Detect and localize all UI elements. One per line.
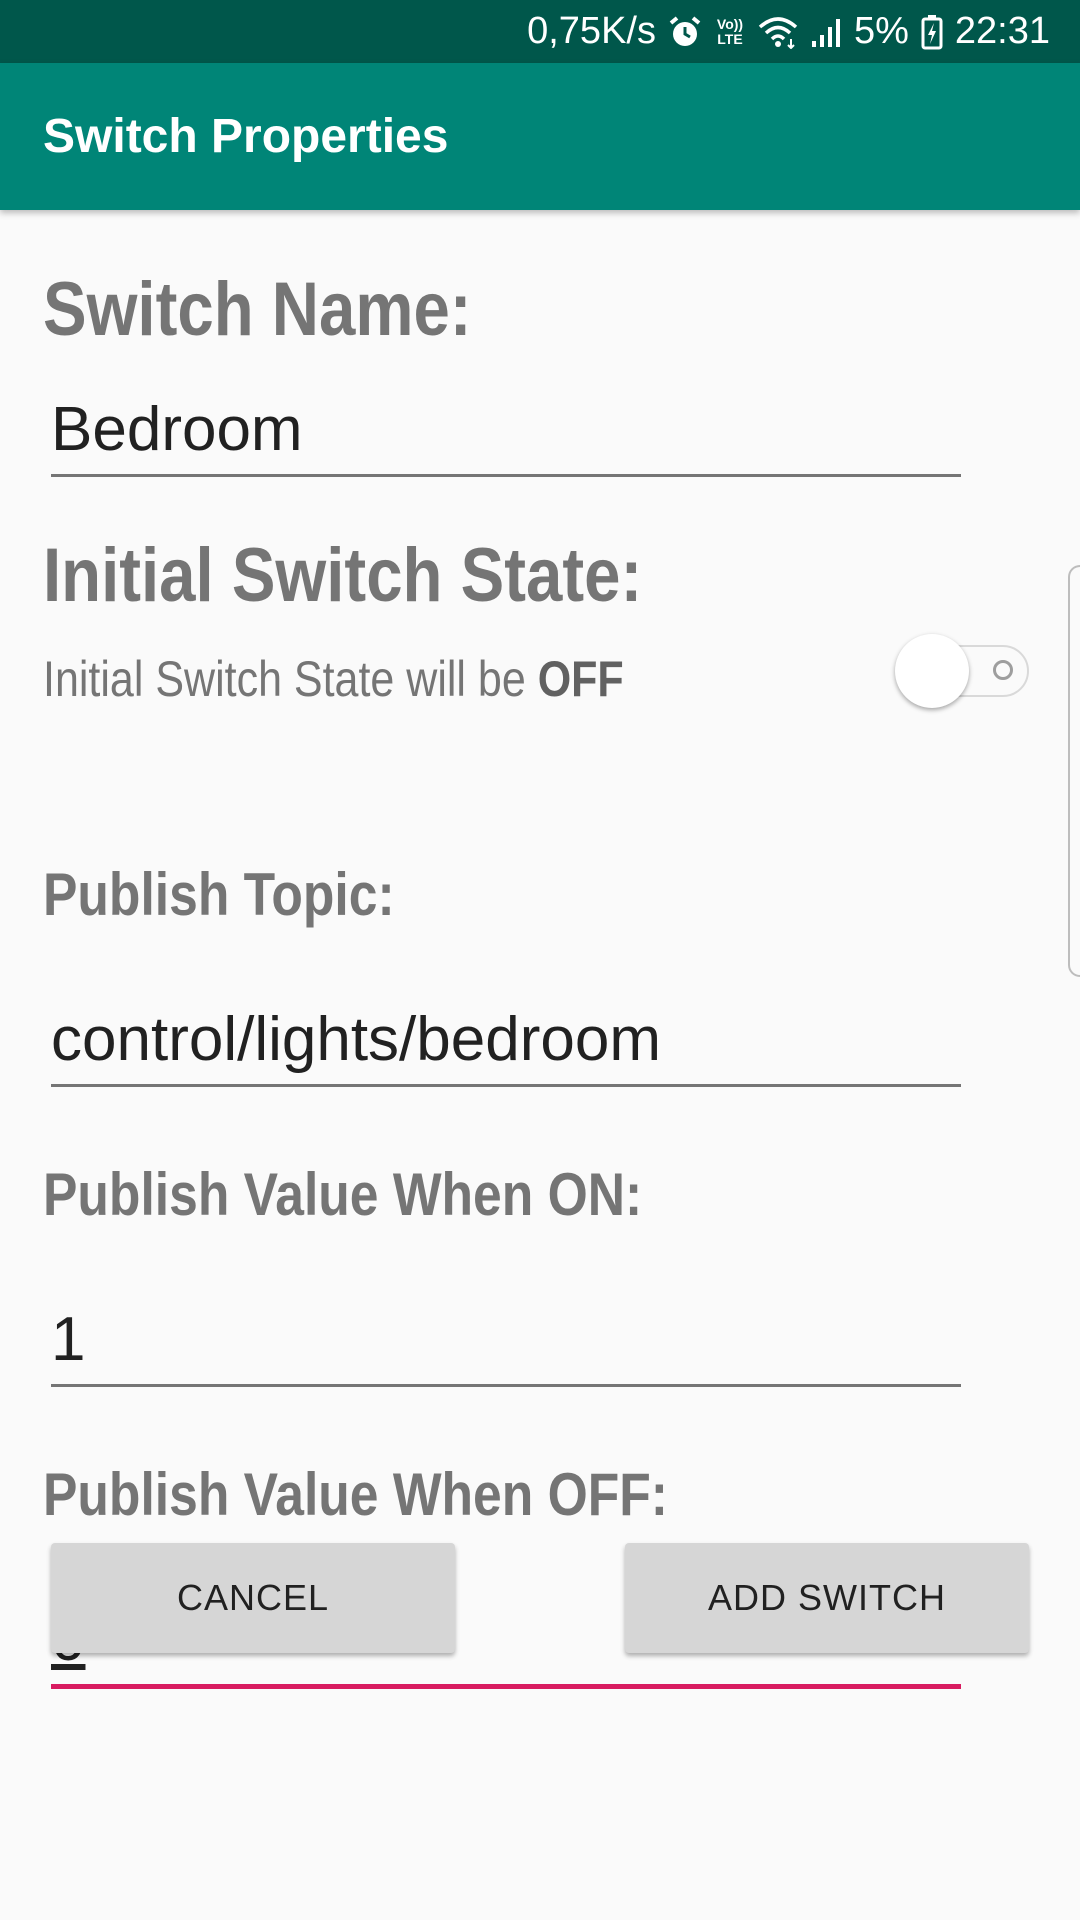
page-title: Switch Properties bbox=[43, 110, 449, 163]
initial-state-label: Initial Switch State: bbox=[43, 533, 643, 618]
edge-panel-handle[interactable] bbox=[1068, 565, 1080, 977]
app-bar: Switch Properties bbox=[0, 63, 1080, 210]
signal-icon bbox=[810, 15, 842, 49]
initial-state-description: Initial Switch State will be OFF bbox=[43, 650, 624, 708]
add-switch-button[interactable]: ADD SWITCH bbox=[625, 1543, 1029, 1653]
switch-name-field[interactable] bbox=[51, 385, 961, 477]
initial-state-toggle[interactable] bbox=[895, 630, 1030, 710]
publish-topic-input[interactable] bbox=[51, 995, 961, 1084]
status-bar: 0,75K/s Vo)) LTE 5% 22:31 bbox=[0, 0, 1080, 63]
publish-topic-label: Publish Topic: bbox=[43, 861, 395, 928]
value-on-input[interactable] bbox=[51, 1295, 961, 1384]
switch-name-label: Switch Name: bbox=[43, 267, 472, 352]
publish-topic-field[interactable] bbox=[51, 995, 961, 1087]
toggle-thumb bbox=[895, 634, 969, 708]
cancel-button[interactable]: CANCEL bbox=[51, 1543, 455, 1653]
value-on-field[interactable] bbox=[51, 1295, 961, 1387]
network-speed: 0,75K/s bbox=[527, 10, 656, 52]
value-on-label: Publish Value When ON: bbox=[43, 1161, 643, 1228]
initial-state-text: Initial Switch State will be bbox=[43, 651, 538, 707]
wifi-icon bbox=[758, 15, 798, 49]
initial-state-value: OFF bbox=[537, 651, 624, 707]
volte-label: Vo)) LTE bbox=[716, 15, 744, 47]
toggle-off-indicator-icon bbox=[993, 660, 1013, 680]
volte-icon: Vo)) LTE bbox=[714, 15, 746, 47]
battery-percent: 5% bbox=[853, 10, 909, 52]
value-off-label: Publish Value When OFF: bbox=[43, 1461, 668, 1528]
clock: 22:31 bbox=[954, 10, 1050, 52]
form-content: Switch Name: Initial Switch State: Initi… bbox=[0, 210, 1080, 1920]
battery-charging-icon bbox=[921, 14, 943, 50]
switch-name-input[interactable] bbox=[51, 385, 961, 474]
alarm-icon bbox=[668, 15, 702, 49]
